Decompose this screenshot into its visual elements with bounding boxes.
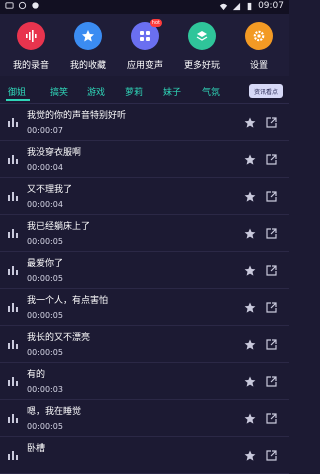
quick-my-recordings[interactable]: 我的录音 [3, 22, 59, 71]
item-title: 又不理我了 [27, 185, 73, 195]
item-title: 我一个人，有点害怕 [27, 296, 109, 306]
share-icon[interactable] [266, 265, 277, 276]
notification-icon [5, 2, 14, 9]
item-title: 最爱你了 [27, 259, 64, 269]
star-icon[interactable] [244, 376, 256, 388]
item-title: 我已经躺床上了 [27, 222, 91, 232]
share-icon[interactable] [266, 450, 277, 461]
status-bar: 09:07 [0, 0, 289, 14]
quick-label: 更多好玩 [183, 61, 220, 71]
audio-bars-icon [8, 155, 18, 164]
item-title: 有的 [27, 370, 46, 380]
share-icon[interactable] [266, 228, 277, 239]
voice-record-icon [17, 22, 45, 50]
quick-app-voice-change[interactable]: hot 应用变声 [117, 19, 173, 71]
list-item[interactable]: 有的 00:00:03 [0, 363, 289, 400]
list-item[interactable]: 嗯，我在睡觉 00:00:05 [0, 400, 289, 437]
sound-list: 我觉的你的声音特别好听 00:00:07 我没穿衣服啊 00:00:04 又不理… [0, 104, 289, 474]
star-favorite-icon [74, 22, 102, 50]
sync-icon [18, 1, 27, 10]
list-item[interactable]: 我觉的你的声音特别好听 00:00:07 [0, 104, 289, 141]
star-icon[interactable] [244, 265, 256, 277]
quick-label: 我的录音 [12, 61, 49, 71]
star-icon[interactable] [244, 154, 256, 166]
tab-game[interactable]: 游戏 [87, 85, 105, 98]
audio-bars-icon [8, 340, 18, 349]
quick-my-favorites[interactable]: 我的收藏 [60, 22, 116, 71]
gear-icon [245, 22, 273, 50]
tab-loli[interactable]: 萝莉 [125, 85, 143, 98]
apps-grid-icon: hot [131, 19, 162, 50]
list-item[interactable]: 最爱你了 00:00:05 [0, 252, 289, 289]
wifi-icon [219, 3, 228, 10]
item-title: 我没穿衣服啊 [27, 148, 82, 158]
audio-bars-icon [8, 377, 18, 386]
star-icon[interactable] [244, 413, 256, 425]
item-duration: 00:00:07 [27, 126, 63, 135]
quick-settings[interactable]: 设置 [231, 22, 287, 71]
share-icon[interactable] [266, 154, 277, 165]
news-button[interactable]: 资讯看点 [249, 84, 283, 98]
signal-icon [232, 2, 241, 10]
item-title: 我觉的你的声音特别好听 [27, 111, 127, 121]
item-duration: 00:00:05 [27, 237, 63, 246]
audio-bars-icon [8, 303, 18, 312]
layers-icon [188, 22, 216, 50]
quick-label: 我的收藏 [69, 61, 106, 71]
star-icon[interactable] [244, 228, 256, 240]
active-tab-indicator [6, 99, 30, 101]
quick-label: 应用变声 [126, 61, 163, 71]
item-duration: 00:00:05 [27, 348, 63, 357]
item-duration: 00:00:04 [27, 200, 63, 209]
category-tabs: 御姐 搞笑 游戏 萝莉 妹子 气氛 [0, 79, 289, 104]
tab-mood[interactable]: 气氛 [202, 85, 220, 98]
audio-bars-icon [8, 451, 18, 460]
quick-more-fun[interactable]: 更多好玩 [174, 22, 230, 71]
item-title: 嗯，我在睡觉 [27, 407, 82, 417]
share-icon[interactable] [266, 413, 277, 424]
item-duration: 00:00:05 [27, 274, 63, 283]
item-duration: 00:00:05 [27, 422, 63, 431]
list-item[interactable]: 我长的又不漂亮 00:00:05 [0, 326, 289, 363]
star-icon[interactable] [244, 117, 256, 129]
list-item[interactable]: 我一个人，有点害怕 00:00:05 [0, 289, 289, 326]
status-time: 09:07 [258, 1, 284, 11]
quick-label: 设置 [249, 61, 268, 71]
item-duration: 00:00:05 [27, 311, 63, 320]
star-icon[interactable] [244, 339, 256, 351]
item-duration: 00:00:03 [27, 385, 63, 394]
share-icon[interactable] [266, 302, 277, 313]
audio-bars-icon [8, 229, 18, 238]
audio-bars-icon [8, 192, 18, 201]
list-item[interactable]: 又不理我了 00:00:04 [0, 178, 289, 215]
hot-badge: hot [149, 19, 162, 27]
item-title: 卧槽 [27, 444, 46, 454]
star-icon[interactable] [244, 450, 256, 462]
item-duration: 00:00:04 [27, 163, 63, 172]
quick-actions: 我的录音 我的收藏 hot 应用变声 更多好玩 设置 [0, 14, 289, 76]
item-title: 我长的又不漂亮 [27, 333, 91, 343]
share-icon[interactable] [266, 376, 277, 387]
battery-icon [247, 2, 252, 10]
star-icon[interactable] [244, 302, 256, 314]
share-icon[interactable] [266, 191, 277, 202]
audio-bars-icon [8, 266, 18, 275]
list-item[interactable]: 我没穿衣服啊 00:00:04 [0, 141, 289, 178]
tab-yujie[interactable]: 御姐 [8, 85, 26, 98]
share-icon[interactable] [266, 117, 277, 128]
tab-girl[interactable]: 妹子 [163, 85, 181, 98]
app-notify-icon [32, 2, 39, 9]
audio-bars-icon [8, 414, 18, 423]
share-icon[interactable] [266, 339, 277, 350]
audio-bars-icon [8, 118, 18, 127]
list-item[interactable]: 我已经躺床上了 00:00:05 [0, 215, 289, 252]
star-icon[interactable] [244, 191, 256, 203]
tab-funny[interactable]: 搞笑 [50, 85, 68, 98]
list-item[interactable]: 卧槽 [0, 437, 289, 474]
